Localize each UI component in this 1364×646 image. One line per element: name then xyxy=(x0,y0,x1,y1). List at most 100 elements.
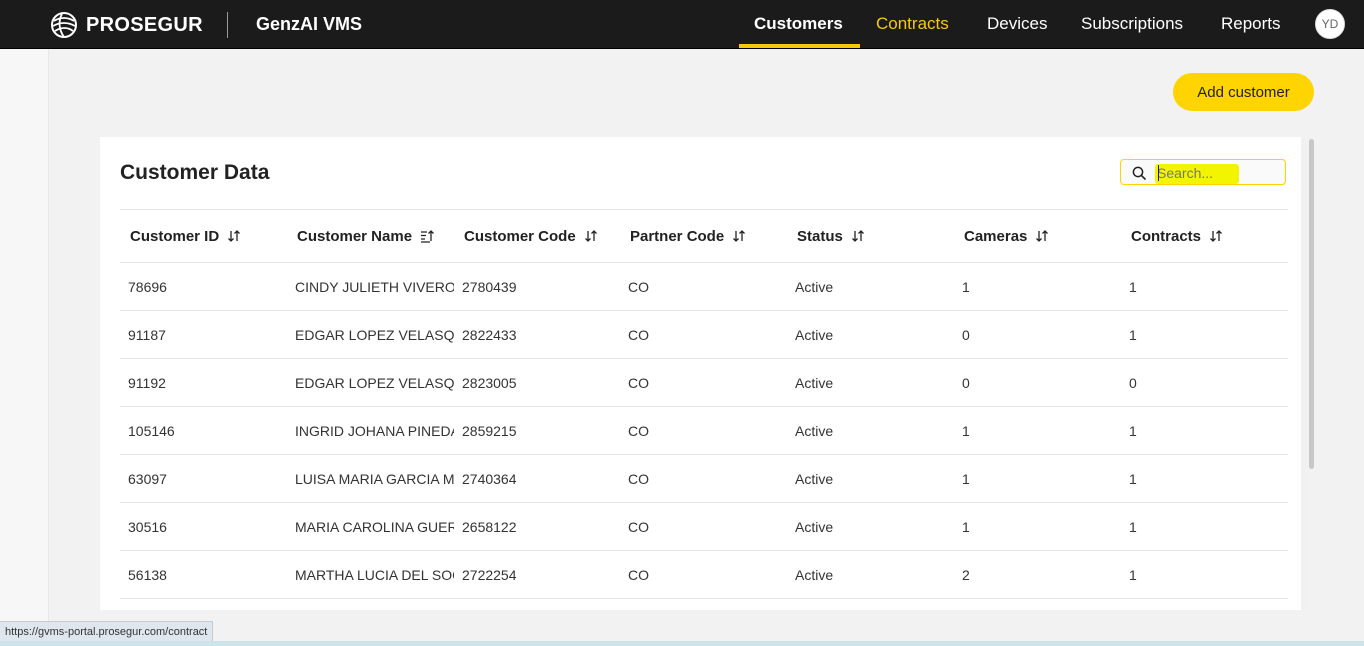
column-label: Status xyxy=(797,227,843,245)
app-name: GenzAI VMS xyxy=(256,14,363,34)
cell-status: Active xyxy=(795,326,834,343)
globe-icon xyxy=(51,12,77,38)
text-cursor xyxy=(1158,165,1159,181)
search-box[interactable] xyxy=(1120,159,1286,185)
nav-customers[interactable]: Customers xyxy=(754,0,843,48)
column-header[interactable]: Customer Code xyxy=(454,210,620,263)
cell-contracts: 1 xyxy=(1129,566,1137,583)
cell-customer-id: 91187 xyxy=(128,326,166,343)
cell-cameras: 0 xyxy=(962,326,970,343)
cell-customer-code: 2859215 xyxy=(462,422,517,439)
active-nav-indicator xyxy=(739,44,860,48)
cell-customer-name: CINDY JULIETH VIVEROS xyxy=(295,278,454,295)
cell-partner-code: CO xyxy=(628,422,649,439)
cell-partner-code: CO xyxy=(628,374,649,391)
cell-status: Active xyxy=(795,470,834,487)
cell-customer-code: 2658122 xyxy=(462,518,517,535)
column-header[interactable]: Contracts xyxy=(1121,210,1288,263)
add-customer-button[interactable]: Add customer xyxy=(1173,73,1314,111)
search-input[interactable] xyxy=(1157,163,1277,183)
column-label: Partner Code xyxy=(630,227,725,245)
cell-customer-name: EDGAR LOPEZ VELASQUE xyxy=(295,326,454,343)
cell-customer-id: 56138 xyxy=(128,566,167,583)
cell-cameras: 1 xyxy=(962,422,970,439)
cell-partner-code: CO xyxy=(628,566,649,583)
cell-customer-code: 2722254 xyxy=(462,566,517,583)
column-header[interactable]: Partner Code xyxy=(620,210,787,263)
sort-icon[interactable] xyxy=(1035,229,1049,243)
cell-status: Active xyxy=(795,422,834,439)
scrollbar-thumb[interactable] xyxy=(1309,139,1314,469)
sort-icon[interactable] xyxy=(1209,229,1223,243)
cell-status: Active xyxy=(795,278,834,295)
top-navigation-bar: PROSEGUR GenzAI VMS Customers Contracts … xyxy=(0,0,1364,49)
cell-cameras: 1 xyxy=(962,518,970,535)
sort-icon[interactable] xyxy=(732,229,746,243)
table-row[interactable]: 56138 MARTHA LUCIA DEL SOC 2722254 CO Ac… xyxy=(120,551,1288,599)
cell-customer-name: INGRID JOHANA PINEDA xyxy=(295,422,454,439)
nav-reports[interactable]: Reports xyxy=(1221,0,1281,48)
left-sidebar xyxy=(0,49,49,641)
nav-contracts[interactable]: Contracts xyxy=(876,0,949,48)
cell-cameras: 0 xyxy=(962,374,970,391)
column-label: Customer Code xyxy=(464,227,576,245)
cell-customer-code: 2823005 xyxy=(462,374,517,391)
brand-divider xyxy=(227,12,228,38)
cell-customer-name: EDGAR LOPEZ VELASQUE xyxy=(295,374,454,391)
cell-partner-code: CO xyxy=(628,326,649,343)
sort-icon[interactable] xyxy=(851,229,865,243)
column-label: Customer ID xyxy=(130,227,220,245)
cell-contracts: 1 xyxy=(1129,470,1137,487)
cell-contracts: 1 xyxy=(1129,518,1137,535)
cell-contracts: 0 xyxy=(1129,374,1137,391)
customer-data-card: Customer Data Customer ID Customer Name … xyxy=(100,137,1308,610)
cell-contracts: 1 xyxy=(1129,278,1137,295)
column-header[interactable]: Cameras xyxy=(954,210,1121,263)
table-header-row: Customer ID Customer Name Customer Code … xyxy=(120,209,1288,263)
cell-customer-id: 78696 xyxy=(128,278,167,295)
card-scrollbar[interactable] xyxy=(1301,137,1308,610)
cell-customer-id: 91192 xyxy=(128,374,166,391)
cell-status: Active xyxy=(795,518,834,535)
nav-devices[interactable]: Devices xyxy=(987,0,1047,48)
status-bar-url: https://gvms-portal.prosegur.com/contrac… xyxy=(0,621,214,643)
sort-icon[interactable] xyxy=(584,229,598,243)
cell-status: Active xyxy=(795,566,834,583)
user-avatar[interactable]: YD xyxy=(1315,9,1345,39)
cell-cameras: 2 xyxy=(962,566,970,583)
cell-contracts: 1 xyxy=(1129,422,1137,439)
cell-customer-code: 2822433 xyxy=(462,326,517,343)
sort-ascending-icon[interactable] xyxy=(420,229,435,243)
card-title: Customer Data xyxy=(120,161,270,184)
column-header[interactable]: Status xyxy=(787,210,954,263)
brand-name: PROSEGUR xyxy=(86,13,203,36)
table-row[interactable]: 91192 EDGAR LOPEZ VELASQUE 2823005 CO Ac… xyxy=(120,359,1288,407)
cell-customer-name: LUISA MARIA GARCIA MC xyxy=(295,470,454,487)
cell-customer-id: 30516 xyxy=(128,518,167,535)
cell-customer-code: 2780439 xyxy=(462,278,517,295)
table-row[interactable]: 30516 MARIA CAROLINA GUERF 2658122 CO Ac… xyxy=(120,503,1288,551)
table-row[interactable]: 91187 EDGAR LOPEZ VELASQUE 2822433 CO Ac… xyxy=(120,311,1288,359)
sort-icon[interactable] xyxy=(227,229,241,243)
column-label: Customer Name xyxy=(297,227,413,245)
customer-table: Customer ID Customer Name Customer Code … xyxy=(120,209,1288,599)
cell-customer-id: 105146 xyxy=(128,422,175,439)
search-icon xyxy=(1132,166,1146,180)
column-label: Contracts xyxy=(1131,227,1202,245)
cell-partner-code: CO xyxy=(628,278,649,295)
cell-partner-code: CO xyxy=(628,470,649,487)
bottom-strip xyxy=(0,641,1364,646)
table-row[interactable]: 63097 LUISA MARIA GARCIA MC 2740364 CO A… xyxy=(120,455,1288,503)
column-label: Cameras xyxy=(964,227,1028,245)
nav-subscriptions[interactable]: Subscriptions xyxy=(1081,0,1183,48)
cell-cameras: 1 xyxy=(962,470,970,487)
table-row[interactable]: 105146 INGRID JOHANA PINEDA 2859215 CO A… xyxy=(120,407,1288,455)
cell-customer-name: MARIA CAROLINA GUERF xyxy=(295,518,454,535)
column-header[interactable]: Customer Name xyxy=(287,210,454,263)
brand-logo[interactable]: PROSEGUR xyxy=(50,11,203,39)
column-header[interactable]: Customer ID xyxy=(120,210,287,263)
table-row[interactable]: 78696 CINDY JULIETH VIVEROS 2780439 CO A… xyxy=(120,263,1288,311)
cell-cameras: 1 xyxy=(962,278,970,295)
cell-customer-code: 2740364 xyxy=(462,470,517,487)
cell-partner-code: CO xyxy=(628,518,649,535)
